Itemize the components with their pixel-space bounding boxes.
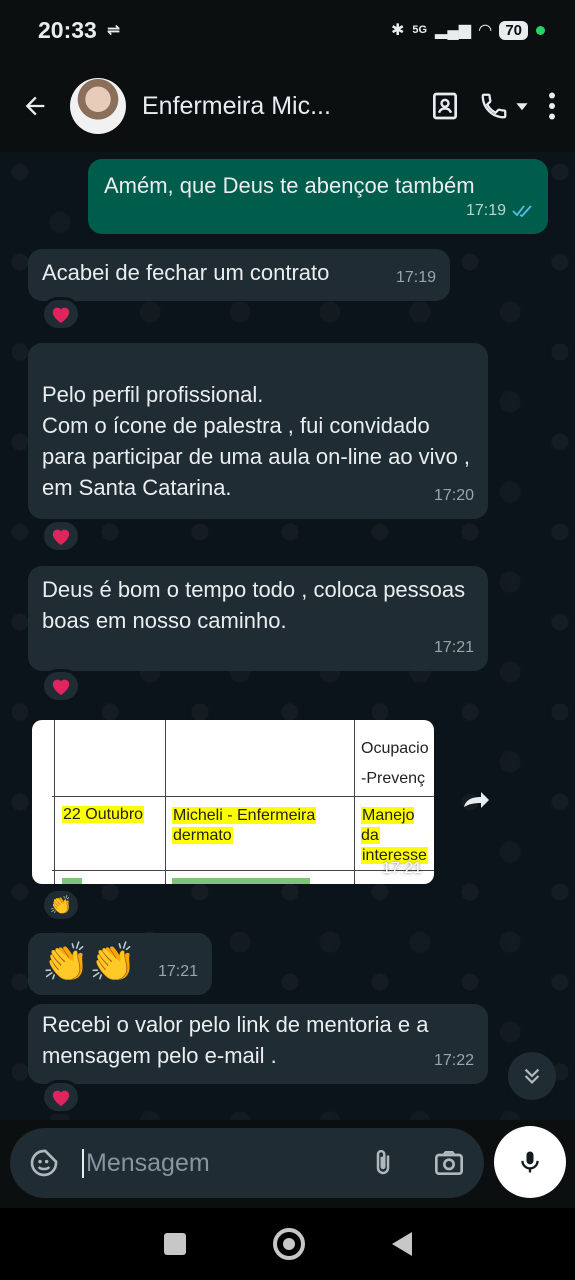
message-emoji: 👏👏 [42, 942, 137, 984]
chat-header: Enfermeira Mic... [0, 60, 575, 152]
message-time: 17:21 [433, 639, 474, 656]
heart-reaction[interactable] [41, 297, 81, 331]
message-time: 17:22 [433, 1052, 474, 1069]
message-text: Amém, que Deus te abençoe também [104, 173, 475, 198]
chat-area[interactable]: Amém, que Deus te abençoe também 17:19 A… [0, 152, 575, 1120]
message-time: 17:19 [466, 195, 534, 226]
doc-cell-date: 22 Outubro [62, 806, 145, 823]
home-button[interactable] [272, 1228, 305, 1260]
back-button[interactable] [0, 92, 70, 120]
message-bubble-incoming[interactable]: 👏👏 17:21 [28, 933, 212, 995]
image-message[interactable]: Ocupacio -Prevenç 22 Outubro Micheli - E… [32, 720, 434, 884]
attach-button[interactable] [368, 1147, 398, 1179]
phone-icon [481, 93, 507, 119]
forward-icon [464, 792, 489, 808]
message-time: 17:20 [433, 487, 474, 504]
contact-card-button[interactable] [429, 90, 461, 122]
camera-button[interactable] [432, 1147, 466, 1179]
signal-icon: ▂▄▆ [435, 22, 471, 39]
message-bubble-incoming[interactable]: Acabei de fechar um contrato 17:19 [28, 249, 450, 301]
nav-back-button[interactable] [391, 1232, 412, 1256]
contact-avatar[interactable] [70, 78, 126, 134]
message-text: Acabei de fechar um contrato [42, 260, 330, 285]
status-dot-icon [536, 25, 545, 35]
heart-icon [52, 307, 70, 324]
message-time: 17:19 [395, 269, 436, 286]
message-composer: Mensagem [10, 1128, 484, 1198]
attach-icon [376, 1149, 390, 1175]
contact-card-icon [433, 92, 457, 120]
doc-cell-name: Micheli - Enfermeira dermato [172, 807, 317, 844]
back-arrow-icon [25, 96, 45, 116]
voice-record-button[interactable] [494, 1126, 566, 1198]
heart-reaction[interactable] [41, 669, 81, 703]
bluetooth-icon: ✱ [390, 22, 405, 39]
message-text: Pelo perfil profissional. Com o ícone de… [42, 382, 471, 500]
clapping-icon: 👏 [49, 894, 73, 915]
message-input[interactable]: Mensagem [82, 1148, 368, 1178]
forward-button[interactable] [458, 786, 498, 816]
message-bubble-incoming[interactable]: Pelo perfil profissional. Com o ícone de… [28, 343, 488, 519]
message-time: 17:21 [381, 860, 422, 877]
scroll-down-button[interactable] [508, 1052, 556, 1100]
sticker-icon [30, 1149, 58, 1177]
heart-icon [52, 1090, 70, 1107]
heart-icon [52, 679, 70, 696]
read-ticks-icon [512, 204, 532, 217]
network-label: 5G [412, 24, 428, 36]
message-time: 17:21 [157, 963, 198, 980]
recents-button[interactable] [163, 1233, 186, 1255]
message-bubble-incoming[interactable]: Deus é bom o tempo todo , coloca pessoas… [28, 566, 488, 671]
heart-icon [52, 529, 70, 546]
doc-cell-header: Ocupacio -Prevenç [361, 740, 429, 787]
doc-cell-topic: Manejo da interesse [361, 807, 428, 864]
status-bar: 20:33 ⇌ ✱ 5G ▂▄▆ ◠ 70 [0, 0, 575, 60]
scroll-down-icon [524, 1068, 540, 1084]
wifi-icon: ◠ [479, 22, 492, 39]
contact-name[interactable]: Enfermeira Mic... [142, 92, 352, 121]
message-text: Deus é bom o tempo todo , coloca pessoas… [42, 577, 466, 633]
message-text: Recebi o valor pelo link de mentoria e a… [42, 1012, 429, 1068]
message-bubble-incoming[interactable]: Recebi o valor pelo link de mentoria e a… [28, 1004, 488, 1084]
more-icon [549, 92, 555, 120]
sticker-button[interactable] [28, 1147, 60, 1179]
heart-reaction[interactable] [41, 519, 81, 553]
more-options-button[interactable] [547, 92, 557, 120]
battery-level: 70 [499, 20, 528, 40]
clapping-reaction[interactable]: 👏 [41, 888, 81, 922]
notification-icon: ⇌ [106, 22, 121, 39]
heart-reaction[interactable] [41, 1080, 81, 1114]
dropdown-icon [516, 103, 528, 111]
camera-icon [435, 1151, 463, 1175]
system-nav-bar [0, 1208, 575, 1280]
mic-icon [521, 1151, 539, 1173]
status-time: 20:33 [38, 16, 97, 43]
call-button[interactable] [479, 91, 529, 121]
message-bubble-outgoing[interactable]: Amém, que Deus te abençoe também 17:19 [88, 159, 548, 234]
